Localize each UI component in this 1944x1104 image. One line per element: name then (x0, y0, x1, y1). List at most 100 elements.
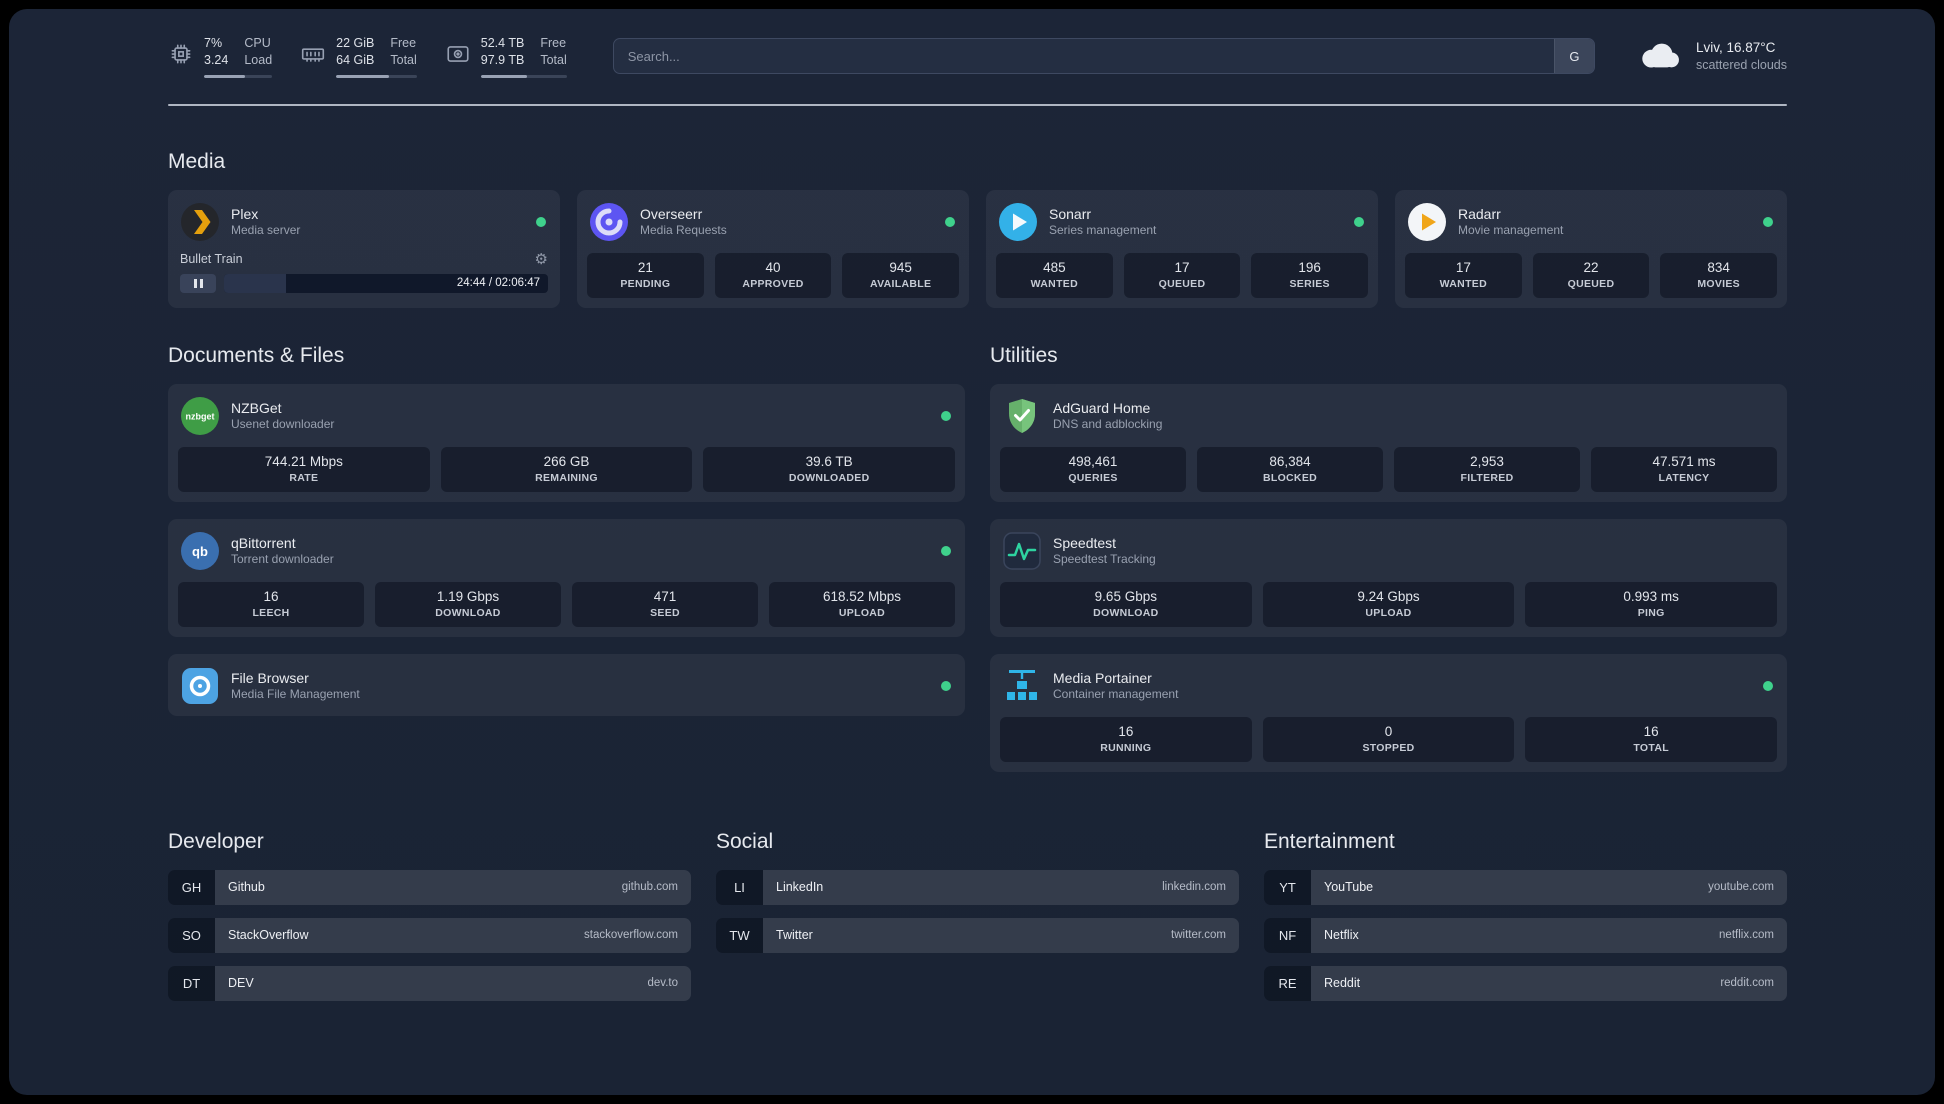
service-header: Sonarr Series management (996, 200, 1368, 242)
service-card-qbittorrent[interactable]: qb qBittorrent Torrent downloader 16 LEE… (168, 518, 965, 637)
search-input[interactable] (612, 38, 1595, 75)
stat-value: 0.993 ms (1623, 588, 1679, 604)
status-dot (1763, 216, 1773, 227)
status-dot (1763, 680, 1773, 691)
memory-total-label: Total (390, 53, 417, 68)
bookmark-abbr: YT (1264, 869, 1311, 905)
speedtest-icon (1003, 531, 1041, 570)
gear-icon[interactable]: ⚙ (535, 252, 548, 267)
stat-block: 0 STOPPED (1262, 716, 1515, 762)
service-card-portainer[interactable]: Media Portainer Container management 16 … (990, 653, 1787, 772)
bookmark-name: DEV (228, 976, 254, 990)
cpu-load-label: Load (244, 53, 273, 68)
bookmark-abbr: LI (716, 869, 763, 905)
overseerr-icon (590, 202, 628, 241)
stat-block: 1.19 Gbps DOWNLOAD (375, 581, 561, 627)
stat-block: 834 MOVIES (1660, 252, 1777, 298)
pause-button[interactable] (180, 273, 216, 293)
bookmark-url: netflix.com (1719, 929, 1774, 941)
stat-value: 2,953 (1470, 453, 1504, 469)
stat-block: 9.65 Gbps DOWNLOAD (1000, 581, 1252, 627)
service-header: qb qBittorrent Torrent downloader (178, 529, 955, 571)
disk-progress-bar (480, 74, 567, 78)
documents-column: Documents & Files nzbget NZBGet Usenet d… (168, 308, 965, 716)
bookmark-url: linkedin.com (1162, 881, 1226, 893)
section-title-documents: Documents & Files (168, 343, 345, 367)
stat-value: 618.52 Mbps (822, 588, 902, 604)
service-header: File Browser Media File Management (178, 664, 955, 706)
bookmarks-area: Developer GH Github github.com SO StackO… (168, 772, 1787, 1014)
stat-label: DOWNLOAD (435, 606, 501, 619)
disk-icon (447, 46, 469, 62)
bookmark-url: github.com (621, 881, 678, 893)
service-name: Radarr (1458, 205, 1501, 222)
stat-value: 16 (263, 588, 279, 604)
weather-widget[interactable]: Lviv, 16.87°C scattered clouds (1637, 40, 1787, 72)
service-card-speedtest[interactable]: Speedtest Speedtest Tracking 9.65 Gbps D… (990, 518, 1787, 637)
stat-block: 86,384 BLOCKED (1197, 446, 1383, 492)
stat-value: 16 (1118, 723, 1134, 739)
service-card-nzbget[interactable]: nzbget NZBGet Usenet downloader 744.21 M… (168, 383, 965, 502)
stat-block: 2,953 FILTERED (1394, 446, 1580, 492)
service-name: Media Portainer (1053, 669, 1152, 686)
bookmark-name: YouTube (1324, 880, 1374, 894)
bookmark-abbr: TW (716, 917, 763, 953)
plex-now-playing-widget: Bullet Train ⚙ 24:44 / 02:06:47 (178, 252, 550, 293)
service-name: Plex (231, 205, 259, 222)
stat-value: 196 (1298, 259, 1321, 275)
playback-progress-track[interactable]: 24:44 / 02:06:47 (224, 273, 548, 293)
bookmark-abbr: NF (1264, 917, 1311, 953)
disk-total-value: 97.9 TB (480, 53, 525, 68)
bookmark-name: Twitter (776, 928, 813, 942)
service-stats: 744.21 Mbps RATE 266 GB REMAINING 39.6 T… (178, 446, 955, 492)
stat-block: 945 AVAILABLE (842, 252, 959, 298)
bookmark-name: StackOverflow (228, 928, 309, 942)
service-description: Series management (1049, 222, 1157, 237)
stat-block: 485 WANTED (996, 252, 1113, 298)
bookmark-twitter[interactable]: TW Twitter twitter.com (716, 917, 1239, 953)
stat-value: 17 (1455, 259, 1471, 275)
memory-icon (302, 48, 325, 62)
stat-label: UPLOAD (1365, 606, 1412, 619)
bookmark-linkedin[interactable]: LI LinkedIn linkedin.com (716, 869, 1239, 905)
bookmark-url: dev.to (647, 977, 678, 989)
service-card-sonarr[interactable]: Sonarr Series management 485 WANTED 17 Q… (986, 189, 1378, 308)
sonarr-icon (999, 202, 1037, 241)
search-provider-button[interactable]: G (1553, 39, 1594, 74)
stat-block: 21 PENDING (587, 252, 704, 298)
weather-location: Lviv, 16.87°C (1695, 40, 1776, 56)
service-header: Media Portainer Container management (1000, 664, 1777, 706)
service-card-filebrowser[interactable]: File Browser Media File Management (168, 653, 965, 716)
cpu-usage-label: CPU (244, 36, 271, 50)
status-dot (536, 216, 546, 227)
service-card-radarr[interactable]: Radarr Movie management 17 WANTED 22 QUE… (1395, 189, 1787, 308)
stat-label: LATENCY (1658, 471, 1710, 484)
bookmark-netflix[interactable]: NF Netflix netflix.com (1264, 917, 1787, 953)
stat-value: 16 (1643, 723, 1659, 739)
adguard-icon (1009, 398, 1035, 433)
disk-free-label: Free (540, 36, 567, 50)
stat-label: AVAILABLE (870, 277, 932, 290)
bookmark-abbr: GH (168, 869, 215, 905)
stat-block: 39.6 TB DOWNLOADED (703, 446, 955, 492)
stat-value: 945 (889, 259, 912, 275)
bookmark-youtube[interactable]: YT YouTube youtube.com (1264, 869, 1787, 905)
bookmark-dev[interactable]: DT DEV dev.to (168, 965, 691, 1001)
bookmark-url: twitter.com (1171, 929, 1226, 941)
stat-label: RATE (289, 471, 319, 484)
bookmark-github[interactable]: GH Github github.com (168, 869, 691, 905)
now-playing-title: Bullet Train (180, 252, 243, 266)
dashboard: 7% CPU 3.24 Load 22 GiB Free 64 GiB Tota… (9, 9, 1935, 1095)
service-card-adguard[interactable]: AdGuard Home DNS and adblocking 498,461 … (990, 383, 1787, 502)
qbittorrent-icon: qb (181, 531, 219, 570)
bookmark-reddit[interactable]: RE Reddit reddit.com (1264, 965, 1787, 1001)
top-bar: 7% CPU 3.24 Load 22 GiB Free 64 GiB Tota… (168, 35, 1787, 78)
playback-progress-fill (224, 273, 286, 293)
service-card-plex[interactable]: Plex Media server Bullet Train ⚙ 24:44 /… (168, 189, 560, 308)
service-header: AdGuard Home DNS and adblocking (1000, 394, 1777, 436)
service-card-overseerr[interactable]: Overseerr Media Requests 21 PENDING 40 A… (577, 189, 969, 308)
bookmark-url: reddit.com (1720, 977, 1774, 989)
bookmark-name: Netflix (1324, 928, 1359, 942)
bookmark-stackoverflow[interactable]: SO StackOverflow stackoverflow.com (168, 917, 691, 953)
stat-label: DOWNLOAD (1093, 606, 1159, 619)
